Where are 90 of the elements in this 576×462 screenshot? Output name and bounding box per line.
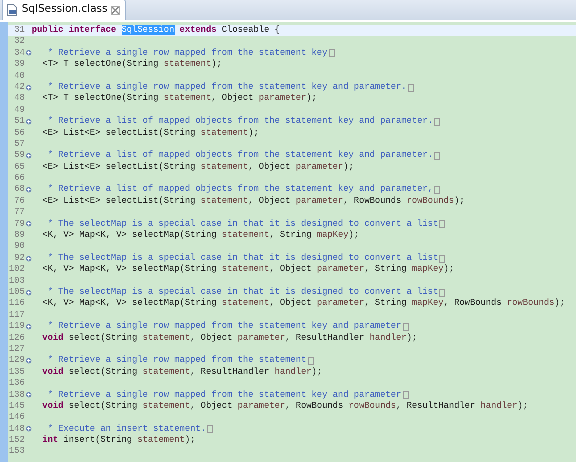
line-number: 153 <box>8 446 25 458</box>
line-number: 135 <box>8 366 25 378</box>
line-number: 92 <box>13 252 25 264</box>
code-line: <T> T selectOne(String statement); <box>42 59 222 71</box>
folded-text-icon[interactable] <box>408 84 414 92</box>
line-number: 77 <box>13 207 25 219</box>
expand-icon[interactable] <box>26 187 32 194</box>
line-number: 57 <box>13 138 25 150</box>
code-line: void select(String statement, ResultHandler handler); <box>42 366 322 378</box>
code-line: <E> List<E> selectList(String statement, Object parameter); <box>42 162 354 174</box>
line-number: 152 <box>8 435 25 446</box>
line-number: 129 <box>8 355 25 367</box>
folded-text-icon[interactable] <box>308 357 314 366</box>
code-comment: * Retrieve a single row mapped from the statement key and parameter. <box>46 82 407 94</box>
line-number: 49 <box>13 104 25 116</box>
close-icon[interactable] <box>110 6 120 14</box>
code-line: <E> List<E> selectList(String statement, Object parameter, RowBounds rowBounds); <box>42 196 465 208</box>
code-comment: * Retrieve a single row mapped from the statement key and parameter <box>46 390 402 401</box>
line-number: 90 <box>13 241 25 253</box>
code-comment: * Retrieve a list of mapped objects from the statement key and parameter. <box>46 150 434 162</box>
expand-icon[interactable] <box>26 152 32 159</box>
code-line: void select(String statement, Object parameter, RowBounds rowBounds, ResultHandler handler); <box>42 400 528 412</box>
expand-icon[interactable] <box>26 358 32 364</box>
code-comment: * Retrieve a single row mapped from the statement <box>46 355 306 367</box>
folded-text-icon[interactable] <box>439 288 446 297</box>
line-number: 138 <box>8 390 25 401</box>
code-line: <E> List<E> selectList(String statement); <box>42 128 259 139</box>
folded-text-icon[interactable] <box>402 391 409 400</box>
code-line: <T> T selectOne(String statement, Object parameter); <box>42 93 318 105</box>
code-line: <K, V> Map<K, V> selectMap(String statement, String mapKey); <box>42 230 360 242</box>
class-file-icon <box>6 4 19 16</box>
line-number: 116 <box>8 298 25 310</box>
line-number: 119 <box>8 321 25 333</box>
code-comment: * Retrieve a list of mapped objects from the statement key and parameter, <box>46 184 434 196</box>
expand-icon[interactable] <box>26 426 32 432</box>
folded-text-icon[interactable] <box>207 425 214 434</box>
expand-icon[interactable] <box>26 290 32 296</box>
code-comment: * Retrieve a single row mapped from the statement key <box>46 48 328 60</box>
expand-icon[interactable] <box>26 118 32 125</box>
expand-icon[interactable] <box>26 392 32 398</box>
line-number: 76 <box>13 196 25 208</box>
expand-icon[interactable] <box>26 324 32 330</box>
line-number: 102 <box>8 264 25 276</box>
line-number: 42 <box>13 82 25 94</box>
code-comment: * Execute an insert statement. <box>46 424 206 436</box>
code-comment: * The selectMap is a special case in that it is designed to convert a list <box>46 286 438 298</box>
folded-text-icon[interactable] <box>434 152 440 160</box>
folded-text-icon[interactable] <box>439 220 446 228</box>
editor-tab[interactable]: SqlSession.class <box>2 0 126 20</box>
line-number: 103 <box>8 276 25 287</box>
line-number: 105 <box>8 286 25 298</box>
line-number: 65 <box>13 162 25 174</box>
line-number: 148 <box>8 424 25 436</box>
code-line: int insert(String statement); <box>42 435 196 446</box>
line-number: 146 <box>8 412 25 424</box>
code-line: void select(String statement, Object parameter, ResultHandler handler); <box>42 332 418 344</box>
line-number: 68 <box>13 184 25 196</box>
code-comment: * The selectMap is a special case in that it is designed to convert a list <box>46 218 438 230</box>
expand-icon[interactable] <box>26 84 32 91</box>
code-line: <K, V> Map<K, V> selectMap(String statement, Object parameter, String mapKey, RowBounds rowBounds); <box>42 298 566 310</box>
line-number: 89 <box>13 230 25 242</box>
line-number: 136 <box>8 378 25 390</box>
line-number: 145 <box>8 400 25 412</box>
line-number: 79 <box>13 218 25 230</box>
code-comment: * Retrieve a list of mapped objects from the statement key and parameter. <box>46 116 434 128</box>
expand-icon[interactable] <box>26 256 32 262</box>
code-line: public interface SqlSession extends Closeable { <box>32 25 280 36</box>
line-number: 40 <box>13 70 25 82</box>
folded-text-icon[interactable] <box>439 254 446 262</box>
line-number: 126 <box>8 332 25 344</box>
code-comment: * Retrieve a single row mapped from the statement key and parameter <box>46 321 402 333</box>
line-number: 66 <box>13 173 25 184</box>
expand-icon[interactable] <box>26 50 32 56</box>
folded-text-icon[interactable] <box>434 118 440 126</box>
line-number: 32 <box>13 36 25 48</box>
line-number: 51 <box>13 116 25 128</box>
code-comment: * The selectMap is a special case in that it is designed to convert a list <box>46 252 438 264</box>
line-number: 34 <box>13 48 25 60</box>
code-line: <K, V> Map<K, V> selectMap(String statement, Object parameter, String mapKey); <box>42 264 454 276</box>
expand-icon[interactable] <box>26 221 32 228</box>
line-number: 117 <box>8 310 25 322</box>
folded-text-icon[interactable] <box>434 186 440 194</box>
line-number: 48 <box>13 93 25 105</box>
folded-text-icon[interactable] <box>402 322 409 331</box>
line-number: 39 <box>13 59 25 71</box>
folded-text-icon[interactable] <box>328 49 335 58</box>
line-number: 127 <box>8 344 25 356</box>
line-number: 56 <box>13 128 25 139</box>
line-number: 59 <box>13 150 25 162</box>
line-number: 31 <box>13 25 25 36</box>
